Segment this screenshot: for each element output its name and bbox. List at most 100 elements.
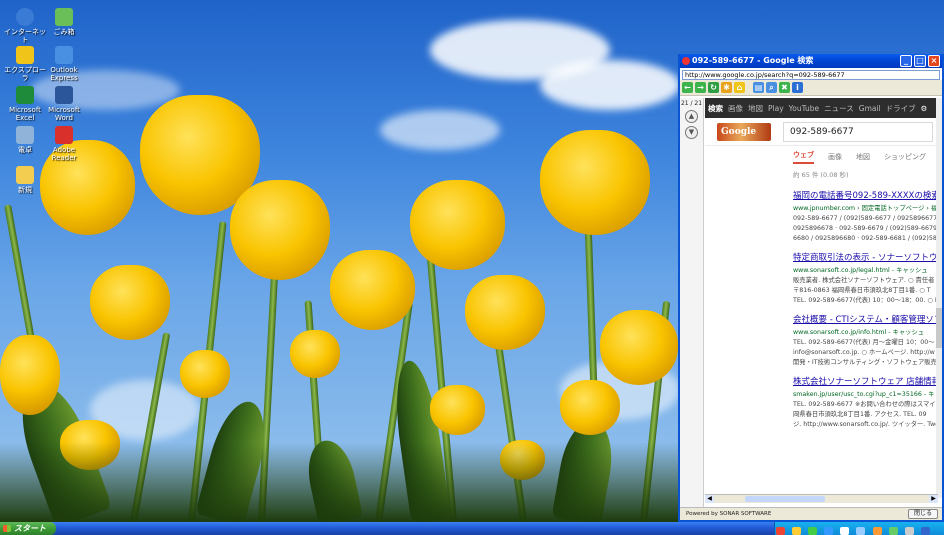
scroll-right-icon[interactable]: ▶	[929, 495, 938, 503]
gbar-item-news[interactable]: ニュース	[824, 103, 854, 114]
tray-icon[interactable]	[888, 527, 898, 535]
gbar-item-search[interactable]: 検索	[708, 103, 723, 114]
tray-icon[interactable]	[904, 527, 914, 535]
desktop-icon-label: Microsoft Word	[48, 106, 80, 122]
scroll-thumb[interactable]	[936, 308, 942, 348]
desktop-icon-word[interactable]: Microsoft Word	[42, 86, 86, 122]
maximize-button[interactable]: □	[914, 55, 926, 67]
folder-search-icon	[16, 46, 34, 64]
window-titlebar[interactable]: 092-589-6677 - Google 検索 _ □ ×	[680, 54, 942, 68]
tray-icon[interactable]	[920, 527, 930, 535]
close-window-button[interactable]: ×	[928, 55, 940, 67]
tray-icon[interactable]	[840, 527, 850, 535]
result-snippet: 6680 / 0925896680 · 092-589-6681 / (092)…	[793, 235, 938, 242]
tray-icon[interactable]	[808, 527, 818, 535]
tray-icon[interactable]	[776, 527, 785, 535]
desktop-icon-excel[interactable]: Microsoft Excel	[3, 86, 47, 122]
cloud	[380, 110, 500, 150]
desktop-icon-label: 電卓	[18, 146, 32, 154]
search-row: Google 092-589-6677	[705, 118, 938, 146]
scroll-thumb[interactable]	[745, 496, 825, 502]
minimize-button[interactable]: _	[900, 55, 912, 67]
word-icon	[55, 86, 73, 104]
desktop-icon-label: エクスプローラ	[4, 66, 46, 82]
folder-icon	[16, 166, 34, 184]
tray-icon[interactable]	[792, 527, 802, 535]
gbar-item-youtube[interactable]: YouTube	[789, 104, 820, 113]
result-title-link[interactable]: 株式会社ソナーソフトウェア 店舗情報.	[793, 376, 938, 388]
result-stats: 約 65 件 (0.08 秒)	[793, 171, 849, 179]
info-icon[interactable]: i	[792, 82, 803, 93]
result-navigator: 21 / 21 ▲ ▼	[680, 98, 704, 509]
gbar-item-maps[interactable]: 地図	[748, 103, 763, 114]
result-snippet: 岡県春日市須玖北8丁目1番. アクセス. TEL. 09	[793, 411, 927, 418]
desktop-icon-label: インターネット	[4, 28, 46, 44]
window-title: 092-589-6677 - Google 検索	[692, 56, 814, 65]
gbar-item-images[interactable]: 画像	[728, 103, 743, 114]
desktop-icon-recycle-bin[interactable]: ごみ箱	[42, 8, 86, 36]
search-tabs: ウェブ 画像 地図 ショッピング	[705, 146, 938, 168]
cloud	[540, 60, 680, 110]
result-counter: 21 / 21	[680, 100, 703, 107]
address-bar[interactable]: http://www.google.co.jp/search?q=092-589…	[682, 70, 940, 80]
search-result: 会社概要 - CTIシステム・顧客管理ソフト www.sonarsoft.co.…	[705, 314, 938, 368]
tab-web[interactable]: ウェブ	[793, 150, 814, 164]
mail-icon	[55, 46, 73, 64]
gbar-item-play[interactable]: Play	[768, 104, 784, 113]
calculator-icon	[16, 126, 34, 144]
result-title-link[interactable]: 福岡の電話番号092-589-XXXXの検索	[793, 190, 938, 202]
result-snippet: 販売業者. 株式会社ソナーソフトウェア. ○ 責任者	[793, 277, 935, 284]
tray-icon[interactable]	[824, 527, 834, 535]
desktop-icon-explorer[interactable]: エクスプローラ	[3, 46, 47, 82]
tray-icon[interactable]	[872, 527, 882, 535]
stop-icon[interactable]: ✱	[721, 82, 732, 93]
search-icon[interactable]: ⌕	[766, 82, 777, 93]
gbar-item-drive[interactable]: ドライブ	[886, 103, 916, 114]
result-url[interactable]: www.jpnumber.com › 固定電話トップページ › 福	[793, 204, 938, 214]
tab-maps[interactable]: 地図	[856, 152, 870, 162]
desktop-icon-outlook-express[interactable]: Outlook Express	[42, 46, 86, 82]
close-button[interactable]: 閉じる	[908, 509, 938, 519]
arrow-up-icon[interactable]: ▲	[685, 110, 698, 123]
gbar-item-gmail[interactable]: Gmail	[859, 104, 881, 113]
result-snippet: ジ. http://www.sonarsoft.co.jp/. ツイッター. T…	[793, 421, 938, 428]
desktop-icon-label: 新規	[18, 186, 32, 194]
desktop-icon-internet[interactable]: インターネット	[3, 8, 47, 44]
scroll-left-icon[interactable]: ◀	[705, 495, 714, 503]
forward-icon[interactable]: →	[695, 82, 706, 93]
desktop-icon-calculator[interactable]: 電卓	[3, 126, 47, 154]
search-input[interactable]: 092-589-6677	[783, 121, 933, 142]
pdf-icon	[55, 126, 73, 144]
start-label: スタート	[14, 524, 46, 533]
desktop-icon-label: Adobe Reader	[51, 146, 77, 162]
refresh-icon[interactable]: ↻	[708, 82, 719, 93]
app-icon	[682, 57, 690, 65]
desktop-icon-adobe-reader[interactable]: Adobe Reader	[42, 126, 86, 162]
desktop-icon-folder[interactable]: 新規	[3, 166, 47, 194]
vertical-scrollbar[interactable]	[936, 98, 942, 498]
powered-by-label: Powered by SONAR SOFTWARE	[686, 511, 772, 517]
page-content: 検索 画像 地図 Play YouTube ニュース Gmail ドライブ ⚙ …	[705, 98, 938, 498]
nav-toolbar: ← → ↻ ✱ ⌂ ▤ ⌕ ✖ i	[680, 80, 942, 96]
result-url[interactable]: www.sonarsoft.co.jp/legal.html - キャッシュ	[793, 266, 938, 276]
result-title-link[interactable]: 会社概要 - CTIシステム・顧客管理ソフト	[793, 314, 938, 326]
result-url[interactable]: www.sonarsoft.co.jp/info.html - キャッシュ	[793, 328, 938, 338]
tab-shopping[interactable]: ショッピング	[884, 152, 926, 162]
result-title-link[interactable]: 特定商取引法の表示 - ソナーソフトウェア	[793, 252, 938, 264]
horizontal-scrollbar[interactable]: ◀ ▶	[705, 494, 938, 503]
home-icon[interactable]: ⌂	[734, 82, 745, 93]
result-url[interactable]: smaken.jp/user/usc_to.cgi?up_c1=35166 - …	[793, 390, 938, 400]
taskbar: スタート	[0, 522, 944, 535]
gear-icon[interactable]: ⚙	[921, 104, 928, 113]
page-icon[interactable]: ▤	[753, 82, 764, 93]
tray-icon[interactable]	[856, 527, 866, 535]
arrow-down-icon[interactable]: ▼	[685, 126, 698, 139]
google-logo[interactable]: Google	[717, 122, 771, 141]
result-snippet: TEL. 092-589-6677(代表) 10：00～18：00. ○ F	[793, 297, 938, 304]
start-button[interactable]: スタート	[0, 522, 56, 535]
browser-window: 092-589-6677 - Google 検索 _ □ × http://ww…	[678, 54, 944, 522]
back-icon[interactable]: ←	[682, 82, 693, 93]
internet-icon	[16, 8, 34, 26]
tools-icon[interactable]: ✖	[779, 82, 790, 93]
tab-images[interactable]: 画像	[828, 152, 842, 162]
